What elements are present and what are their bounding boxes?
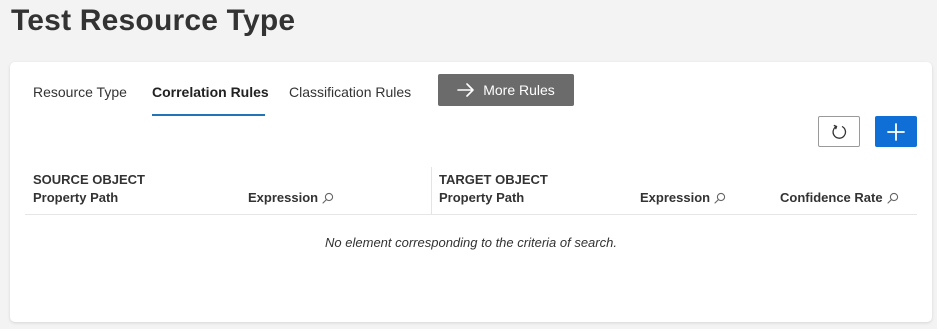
- tab-correlation-rules[interactable]: Correlation Rules: [152, 74, 269, 116]
- empty-message: No element corresponding to the criteria…: [325, 234, 617, 250]
- search-icon[interactable]: [887, 192, 899, 204]
- column-label: Confidence Rate: [780, 190, 883, 205]
- arrow-right-icon: [457, 83, 475, 97]
- search-icon[interactable]: [714, 192, 726, 204]
- column-divider: [431, 167, 432, 215]
- target-property-path-header: Property Path: [439, 190, 524, 205]
- plus-icon: [887, 122, 905, 141]
- more-rules-label: More Rules: [483, 82, 555, 98]
- source-object-header: SOURCE OBJECT: [33, 172, 145, 187]
- page-title: Test Resource Type: [11, 4, 296, 37]
- tab-resource-type[interactable]: Resource Type: [33, 74, 127, 116]
- refresh-icon: [832, 124, 847, 139]
- tab-label: Correlation Rules: [152, 84, 269, 100]
- more-rules-button[interactable]: More Rules: [438, 74, 574, 106]
- source-expression-header[interactable]: Expression: [248, 190, 334, 205]
- target-expression-header[interactable]: Expression: [640, 190, 726, 205]
- table-header: SOURCE OBJECT Property Path Expression T…: [25, 167, 917, 215]
- search-icon[interactable]: [322, 192, 334, 204]
- column-label: Expression: [248, 190, 319, 205]
- confidence-rate-header[interactable]: Confidence Rate: [780, 190, 899, 205]
- tab-label: Classification Rules: [289, 84, 412, 100]
- add-rule-button[interactable]: [875, 116, 917, 147]
- correlation-rules-table: SOURCE OBJECT Property Path Expression T…: [25, 167, 917, 269]
- refresh-button[interactable]: [818, 116, 860, 147]
- target-object-header: TARGET OBJECT: [439, 172, 548, 187]
- source-property-path-header: Property Path: [33, 190, 118, 205]
- column-label: Property Path: [33, 190, 119, 205]
- column-label: Property Path: [439, 190, 525, 205]
- rules-card: Resource Type Correlation Rules Classifi…: [10, 62, 932, 322]
- column-label: Expression: [640, 190, 711, 205]
- tab-label: Resource Type: [33, 84, 127, 100]
- tab-classification-rules[interactable]: Classification Rules: [289, 74, 411, 116]
